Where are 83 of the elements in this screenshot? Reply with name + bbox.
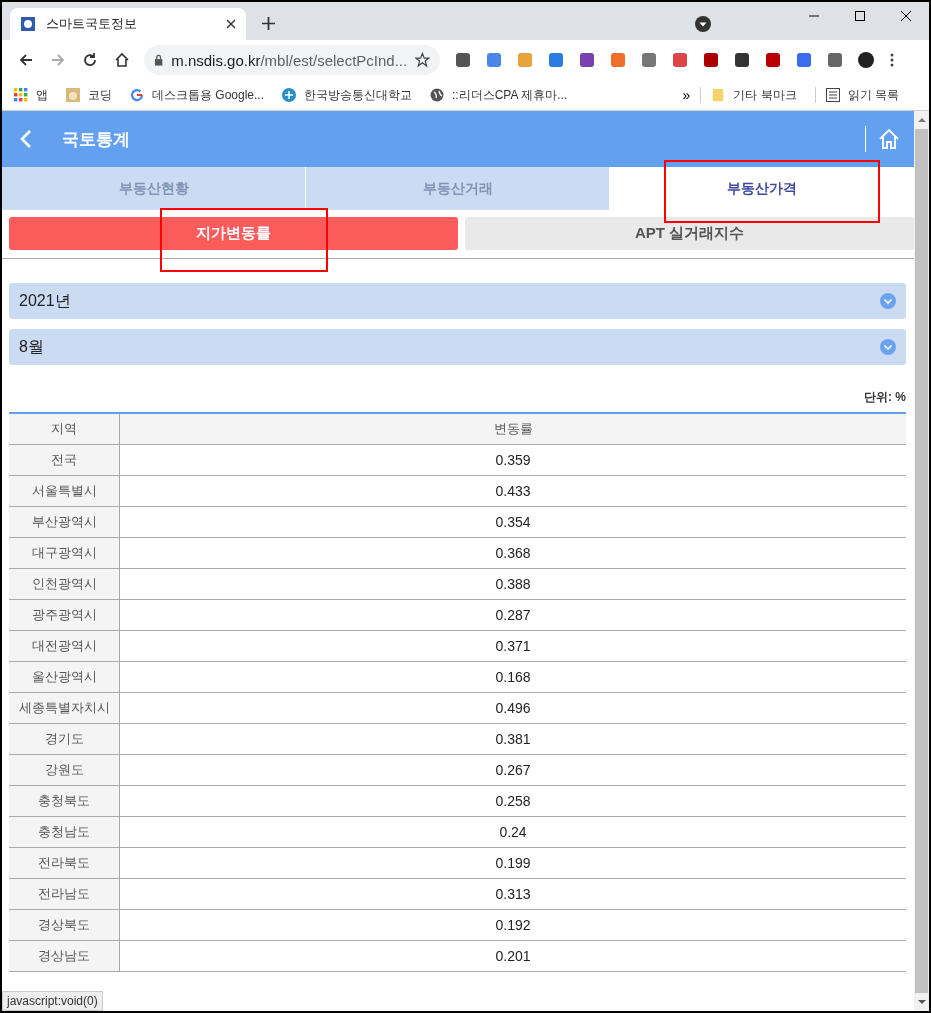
- reload-icon[interactable]: [82, 52, 98, 68]
- list-icon: [825, 88, 840, 102]
- close-icon[interactable]: [226, 19, 236, 29]
- overflow-chevron[interactable]: »: [682, 87, 691, 103]
- emblem-icon: [282, 88, 297, 102]
- table-cell: 0.192: [119, 909, 906, 941]
- table-cell: 경상남도: [9, 940, 120, 972]
- extension-icon[interactable]: [827, 52, 843, 68]
- table-cell: 0.267: [119, 754, 906, 786]
- table-cell: 경상북도: [9, 909, 120, 941]
- table-cell: 강원도: [9, 754, 120, 786]
- table-cell: 0.287: [119, 599, 906, 631]
- chevron-down-icon: [880, 339, 896, 355]
- status-url: javascript:void(0): [2, 991, 103, 1011]
- extension-icon[interactable]: [703, 52, 719, 68]
- home-icon[interactable]: [114, 52, 130, 68]
- column-header: 지역: [9, 413, 120, 445]
- table-cell: 0.168: [119, 661, 906, 693]
- table-cell: 0.368: [119, 537, 906, 569]
- table-cell: 충청남도: [9, 816, 120, 848]
- address-bar[interactable]: m.nsdis.go.kr/mbl/est/selectPcInd...: [144, 45, 440, 75]
- dropdown-select[interactable]: 2021년: [9, 283, 906, 319]
- maximize-icon[interactable]: [854, 10, 866, 22]
- table-cell: 충청북도: [9, 785, 120, 817]
- table-cell: 0.313: [119, 878, 906, 910]
- table-cell: 서울특별시: [9, 475, 120, 507]
- table-cell: 0.381: [119, 723, 906, 755]
- scroll-up-icon[interactable]: [917, 117, 926, 123]
- table-cell: 0.201: [119, 940, 906, 972]
- bookmark-folder[interactable]: 기타 북마크: [711, 86, 797, 104]
- reading-list-button[interactable]: 읽기 목록: [825, 86, 899, 104]
- table-cell: 전국: [9, 444, 120, 476]
- table-cell: 울산광역시: [9, 661, 120, 693]
- dropdown-icon[interactable]: [695, 16, 711, 32]
- table-cell: 0.199: [119, 847, 906, 879]
- back-chevron-icon[interactable]: [20, 129, 32, 149]
- bookmark[interactable]: ::리더스CPA 제휴마...: [430, 86, 568, 104]
- extension-icon[interactable]: [765, 52, 781, 68]
- tab-title: 스마트국토정보: [46, 15, 138, 33]
- bookmark[interactable]: 앱: [14, 86, 48, 104]
- menu-icon[interactable]: [890, 52, 894, 68]
- extension-icon[interactable]: [455, 52, 471, 68]
- unit-label: 단위: %: [863, 389, 907, 406]
- subcategory-tab[interactable]: APT 실거래지수: [465, 217, 914, 250]
- scrollbar[interactable]: [914, 111, 929, 1011]
- table-cell: 인천광역시: [9, 568, 120, 600]
- table-cell: 0.433: [119, 475, 906, 507]
- folder-icon: [711, 88, 726, 102]
- table-cell: 대구광역시: [9, 537, 120, 569]
- table-cell: 부산광역시: [9, 506, 120, 538]
- table-cell: 0.258: [119, 785, 906, 817]
- avatar-icon[interactable]: [858, 52, 874, 68]
- bookmark[interactable]: 코딩: [66, 86, 112, 104]
- column-header: 변동률: [119, 413, 906, 445]
- table-cell: 0.371: [119, 630, 906, 662]
- table-cell: 0.359: [119, 444, 906, 476]
- table-cell: 0.354: [119, 506, 906, 538]
- page-title: 국토통계: [62, 128, 130, 151]
- scroll-down-icon[interactable]: [917, 999, 926, 1005]
- bookmark[interactable]: 데스크톱용 Google...: [130, 86, 265, 104]
- dropdown-select[interactable]: 8월: [9, 329, 906, 365]
- url-text: m.nsdis.go.kr/mbl/est/selectPcInd...: [171, 51, 408, 69]
- table-cell: 세종특별자치시: [9, 692, 120, 724]
- extension-icon[interactable]: [734, 52, 750, 68]
- close-icon[interactable]: [900, 10, 912, 22]
- chevron-down-icon: [880, 293, 896, 309]
- apps-grid-icon: [14, 88, 28, 102]
- lock-icon: [154, 54, 164, 66]
- browser-tab[interactable]: 스마트국토정보: [10, 8, 246, 40]
- table-cell: 광주광역시: [9, 599, 120, 631]
- table-cell: 경기도: [9, 723, 120, 755]
- extension-icon[interactable]: [579, 52, 595, 68]
- back-arrow-icon[interactable]: [18, 52, 34, 68]
- table-cell: 전라남도: [9, 878, 120, 910]
- bookmark[interactable]: 한국방송통신대학교: [282, 86, 413, 104]
- table-cell: 전라북도: [9, 847, 120, 879]
- plus-icon[interactable]: [262, 17, 275, 30]
- table-cell: 0.496: [119, 692, 906, 724]
- star-icon[interactable]: [415, 52, 430, 68]
- table-cell: 0.388: [119, 568, 906, 600]
- table-cell: 0.24: [119, 816, 906, 848]
- table-cell: 대전광역시: [9, 630, 120, 662]
- google-icon: [130, 88, 144, 102]
